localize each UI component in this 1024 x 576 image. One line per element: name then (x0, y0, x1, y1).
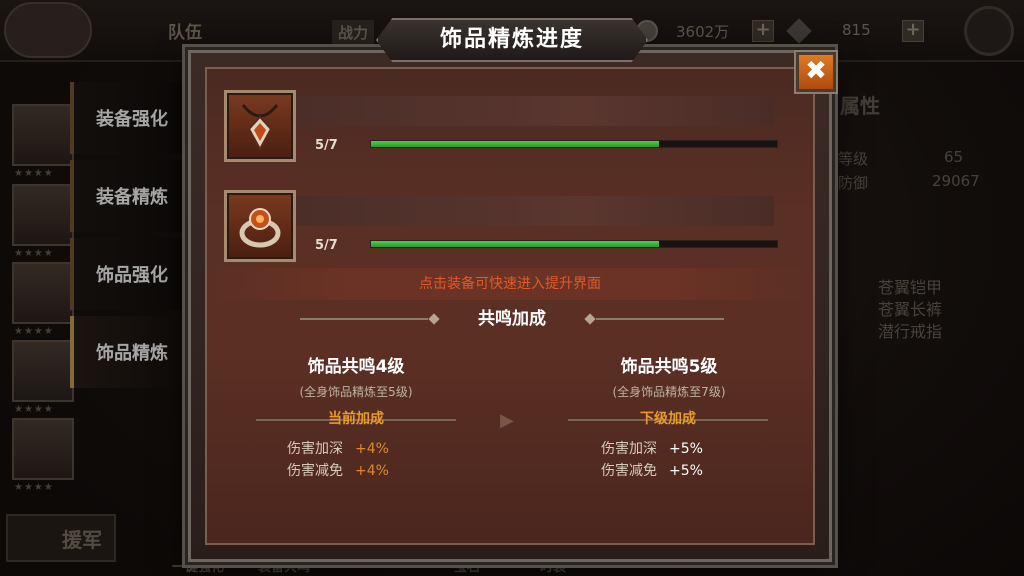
current-resonance: 饰品共鸣4级 (全身饰品精炼至5级) (241, 352, 471, 400)
next-resonance-title: 饰品共鸣5级 (620, 357, 718, 377)
effect-label: 伤害减免 (601, 463, 657, 479)
effect-label: 伤害加深 (287, 441, 343, 457)
current-resonance-title: 饰品共鸣4级 (307, 357, 405, 377)
hint-text: 点击装备可快速进入提升界面 (204, 268, 816, 300)
equip-name-bar (294, 196, 774, 226)
effect-value: +4% (355, 463, 389, 479)
modal-title: 饰品精炼进度 (439, 27, 584, 52)
close-button[interactable]: ✖ (796, 52, 836, 92)
equip-row-ring: 5/7 (224, 190, 784, 268)
progress-bar (370, 140, 778, 148)
current-effect-2: 伤害减免 +4% (287, 460, 389, 480)
next-bonus-head: 下级加成 (640, 411, 696, 427)
next-resonance: 饰品共鸣5级 (全身饰品精炼至7级) (554, 352, 784, 400)
resonance-section-title: 共鸣加成 (478, 309, 546, 329)
current-effect-1: 伤害加深 +4% (287, 438, 389, 458)
progress-fill (371, 141, 660, 147)
progress-text: 5/7 (315, 238, 338, 253)
next-resonance-subtitle: (全身饰品精炼至7级) (612, 385, 726, 399)
progress-bar (370, 240, 778, 248)
progress-fill (371, 241, 660, 247)
equip-row-necklace: 5/7 (224, 90, 784, 168)
effect-value: +4% (355, 441, 389, 457)
effect-label: 伤害减免 (287, 463, 343, 479)
effect-label: 伤害加深 (601, 441, 657, 457)
next-effect-1: 伤害加深 +5% (601, 438, 703, 458)
progress-text: 5/7 (315, 138, 338, 153)
current-resonance-subtitle: (全身饰品精炼至5级) (299, 385, 413, 399)
effect-value: +5% (669, 463, 703, 479)
current-bonus-head: 当前加成 (328, 411, 384, 427)
necklace-icon[interactable] (224, 90, 296, 162)
equip-name-bar (294, 96, 774, 126)
arrow-right-icon: ▶ (500, 410, 514, 431)
ring-icon[interactable] (224, 190, 296, 262)
effect-value: +5% (669, 441, 703, 457)
next-effect-2: 伤害减免 +5% (601, 460, 703, 480)
